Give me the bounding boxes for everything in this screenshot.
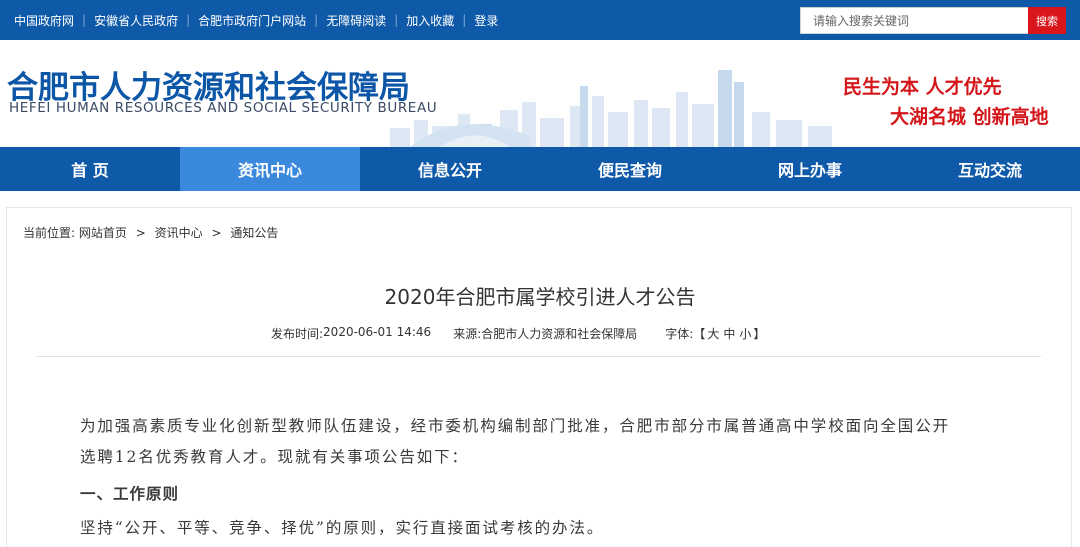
breadcrumb-prefix: 当前位置: <box>23 226 76 240</box>
article-paragraph-1-line-1: 为加强高素质专业化创新型教师队伍建设，经市委机构编制部门批准，合肥市部分市属普通… <box>80 417 951 435</box>
font-size-medium-button[interactable]: 中 <box>723 325 735 342</box>
link-bookmark[interactable]: 加入收藏 <box>406 12 454 29</box>
nav-news-center[interactable]: 资讯中心 <box>180 147 360 191</box>
link-separator: | <box>462 13 467 27</box>
search-input[interactable] <box>801 8 1029 33</box>
link-anhui-gov[interactable]: 安徽省人民政府 <box>94 12 178 29</box>
section-heading-1: 一、工作原则 <box>80 484 180 503</box>
nav-online-service[interactable]: 网上办事 <box>720 147 900 191</box>
breadcrumb: 当前位置: 网站首页 > 资讯中心 > 通知公告 <box>23 224 278 241</box>
top-bar: 中国政府网 | 安徽省人民政府 | 合肥市政府门户网站 | 无障碍阅读 | 加入… <box>0 0 1080 40</box>
font-size-label: 字体: <box>665 327 694 341</box>
font-size-large-button[interactable]: 大 <box>707 325 719 342</box>
breadcrumb-separator: > <box>211 226 222 240</box>
font-bracket-open: 【 <box>693 327 706 341</box>
main-nav: 首 页 资讯中心 信息公开 便民查询 网上办事 互动交流 <box>0 147 1080 191</box>
breadcrumb-news-center[interactable]: 资讯中心 <box>155 226 203 240</box>
org-name-en: HEFEI HUMAN RESOURCES AND SOCIAL SECURIT… <box>9 100 438 116</box>
link-china-gov[interactable]: 中国政府网 <box>14 12 74 29</box>
publish-label: 发布时间: <box>271 327 324 341</box>
top-links: 中国政府网 | 安徽省人民政府 | 合肥市政府门户网站 | 无障碍阅读 | 加入… <box>14 0 498 40</box>
link-accessibility[interactable]: 无障碍阅读 <box>326 12 386 29</box>
source-value: 合肥市人力资源和社会保障局 <box>481 327 638 341</box>
slogan-line-2: 大湖名城 创新高地 <box>890 106 1049 128</box>
city-skyline-graphic <box>390 70 832 147</box>
site-header: 合肥市人力资源和社会保障局 HEFEI HUMAN RESOURCES AND … <box>0 40 1080 147</box>
link-separator: | <box>314 13 319 27</box>
article-paragraph-2: 坚持“公开、平等、竞争、择优”的原则，实行直接面试考核的办法。 <box>80 519 605 537</box>
article-panel: 当前位置: 网站首页 > 资讯中心 > 通知公告 2020年合肥市属学校引进人才… <box>6 207 1072 547</box>
meta-divider <box>37 356 1041 357</box>
article-meta: 发布时间: 2020-06-01 14:46 来源: 合肥市人力资源和社会保障局… <box>271 325 765 342</box>
breadcrumb-notices[interactable]: 通知公告 <box>230 226 278 240</box>
source-label: 来源: <box>453 327 482 341</box>
font-size-small-button[interactable]: 小 <box>739 325 751 342</box>
link-separator: | <box>82 13 87 27</box>
article-title: 2020年合肥市属学校引进人才公告 <box>384 285 696 309</box>
search-box <box>800 7 1030 34</box>
link-login[interactable]: 登录 <box>474 12 498 29</box>
font-bracket-close: 】 <box>753 327 766 341</box>
nav-public-query[interactable]: 便民查询 <box>540 147 720 191</box>
breadcrumb-home[interactable]: 网站首页 <box>79 226 127 240</box>
breadcrumb-separator: > <box>135 226 146 240</box>
search-button[interactable]: 搜索 <box>1028 7 1066 34</box>
nav-info-disclosure[interactable]: 信息公开 <box>360 147 540 191</box>
slogan-line-1: 民生为本 人才优先 <box>843 76 1002 98</box>
publish-time: 2020-06-01 14:46 <box>323 325 432 339</box>
link-separator: | <box>186 13 191 27</box>
nav-interaction[interactable]: 互动交流 <box>900 147 1080 191</box>
link-separator: | <box>394 13 399 27</box>
link-hefei-portal[interactable]: 合肥市政府门户网站 <box>198 12 306 29</box>
article-paragraph-1-line-2: 选聘12名优秀教育人才。现就有关事项公告如下： <box>80 448 469 466</box>
nav-home[interactable]: 首 页 <box>0 147 180 191</box>
